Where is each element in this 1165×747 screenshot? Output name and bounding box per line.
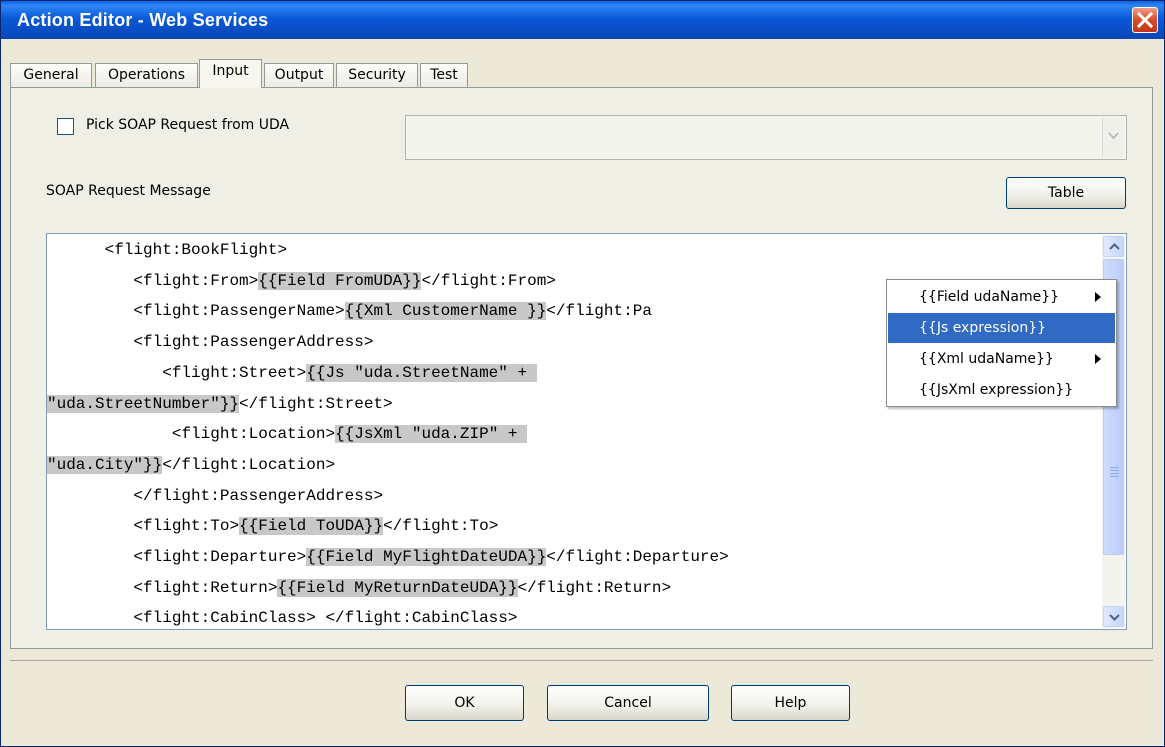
code-expression-token: {{JsXml "uda.ZIP" + xyxy=(335,425,528,444)
code-text: </flight:To> xyxy=(383,517,499,536)
code-text: </flight:Street> xyxy=(239,394,393,413)
uda-select[interactable] xyxy=(405,115,1127,160)
code-expression-token: {{Field FromUDA}} xyxy=(258,271,422,290)
soap-request-label: SOAP Request Message xyxy=(46,183,211,199)
code-expression-token: {{Xml CustomerName }} xyxy=(344,302,547,321)
code-text: </flight:PassengerAddress> xyxy=(133,486,384,505)
tab-security[interactable]: Security xyxy=(336,63,418,87)
code-line[interactable]: "uda.City"}}</flight:Location> xyxy=(47,452,335,478)
code-line[interactable]: <flight:CabinClass> </flight:CabinClass> xyxy=(47,605,518,629)
pick-soap-label: Pick SOAP Request from UDA xyxy=(86,117,290,133)
window-title: Action Editor - Web Services xyxy=(17,10,269,30)
footer-divider xyxy=(10,660,1153,661)
code-line[interactable]: <flight:To>{{Field ToUDA}}</flight:To> xyxy=(47,513,498,539)
code-line[interactable]: <flight:Return>{{Field MyReturnDateUDA}}… xyxy=(47,575,671,601)
code-line[interactable]: </flight:PassengerAddress> xyxy=(47,483,383,509)
scroll-up-button[interactable] xyxy=(1103,236,1124,257)
code-line[interactable]: <flight:PassengerAddress> xyxy=(47,329,373,355)
menu-item-label: {{Js expression}} xyxy=(919,320,1047,336)
code-line[interactable]: <flight:Street>{{Js "uda.StreetName" + xyxy=(47,360,537,386)
tab-general[interactable]: General xyxy=(10,63,92,87)
close-button[interactable] xyxy=(1132,7,1158,33)
code-line[interactable]: <flight:From>{{Field FromUDA}}</flight:F… xyxy=(47,268,556,294)
menu-item-label: {{Xml udaName}} xyxy=(919,351,1054,367)
ok-button[interactable]: OK xyxy=(405,685,524,721)
pick-soap-checkbox[interactable] xyxy=(57,118,74,135)
code-text: <flight:Street> xyxy=(162,363,307,382)
tab-operations[interactable]: Operations xyxy=(95,63,198,87)
insert-expression-context-menu: {{Field udaName}} {{Js expression}} {{Xm… xyxy=(886,279,1117,407)
scroll-down-button[interactable] xyxy=(1103,606,1124,627)
tab-test[interactable]: Test xyxy=(420,63,468,87)
code-text: <flight:PassengerAddress> xyxy=(133,333,374,352)
code-text: </flight:Pa xyxy=(546,302,652,321)
submenu-arrow-icon xyxy=(1095,292,1101,302)
code-expression-token: {{Field MyReturnDateUDA}} xyxy=(277,578,518,597)
chevron-down-icon xyxy=(1109,614,1120,621)
code-text: </flight:Departure> xyxy=(546,548,729,566)
code-expression-token: "uda.City"}} xyxy=(47,455,163,474)
chevron-up-icon xyxy=(1109,243,1120,250)
code-text: </flight:Location> xyxy=(162,455,336,474)
submenu-arrow-icon xyxy=(1095,354,1101,364)
menu-item-label: {{Field udaName}} xyxy=(919,289,1060,305)
cancel-button[interactable]: Cancel xyxy=(547,685,709,721)
code-expression-token: {{Js "uda.StreetName" + xyxy=(306,363,537,382)
code-expression-token: "uda.StreetNumber"}} xyxy=(47,394,240,413)
code-text: <flight:PassengerName> xyxy=(133,302,345,321)
menu-item-xml-udaname[interactable]: {{Xml udaName}} xyxy=(888,344,1115,374)
code-text: <flight:Location> xyxy=(171,425,336,444)
menu-item-label: {{JsXml expression}} xyxy=(919,382,1074,398)
menu-item-field-udaname[interactable]: {{Field udaName}} xyxy=(888,282,1115,312)
code-text: <flight:CabinClass> </flight:CabinClass> xyxy=(133,609,518,628)
code-text: <flight:To> xyxy=(133,517,240,536)
code-text: <flight:Return> xyxy=(133,578,278,597)
title-bar[interactable]: Action Editor - Web Services xyxy=(1,1,1164,39)
uda-select-dropdown-button[interactable] xyxy=(1102,118,1124,157)
tab-input[interactable]: Input xyxy=(199,59,262,88)
tab-output[interactable]: Output xyxy=(264,63,334,87)
code-text: <flight:BookFlight> xyxy=(104,241,288,259)
code-line[interactable]: <flight:PassengerName>{{Xml CustomerName… xyxy=(47,298,652,324)
close-icon xyxy=(1137,12,1153,28)
menu-item-js-expression[interactable]: {{Js expression}} xyxy=(888,313,1115,343)
code-line[interactable]: "uda.StreetNumber"}}</flight:Street> xyxy=(47,391,393,417)
code-line[interactable]: <flight:Departure>{{Field MyFlightDateUD… xyxy=(47,544,729,570)
code-expression-token: {{Field MyFlightDateUDA}} xyxy=(306,548,547,566)
table-button[interactable]: Table xyxy=(1006,177,1126,209)
code-text: </flight:Return> xyxy=(517,578,672,597)
help-button[interactable]: Help xyxy=(731,685,850,721)
code-text: <flight:From> xyxy=(133,271,259,290)
code-text: </flight:From> xyxy=(421,271,556,290)
code-text: <flight:Departure> xyxy=(133,548,307,566)
chevron-down-icon xyxy=(1108,132,1119,140)
code-expression-token: {{Field ToUDA}} xyxy=(239,517,384,536)
code-line[interactable]: <flight:BookFlight> xyxy=(47,237,287,263)
menu-item-jsxml-expression[interactable]: {{JsXml expression}} xyxy=(888,375,1115,405)
code-line[interactable]: <flight:Location>{{JsXml "uda.ZIP" + xyxy=(47,421,528,447)
